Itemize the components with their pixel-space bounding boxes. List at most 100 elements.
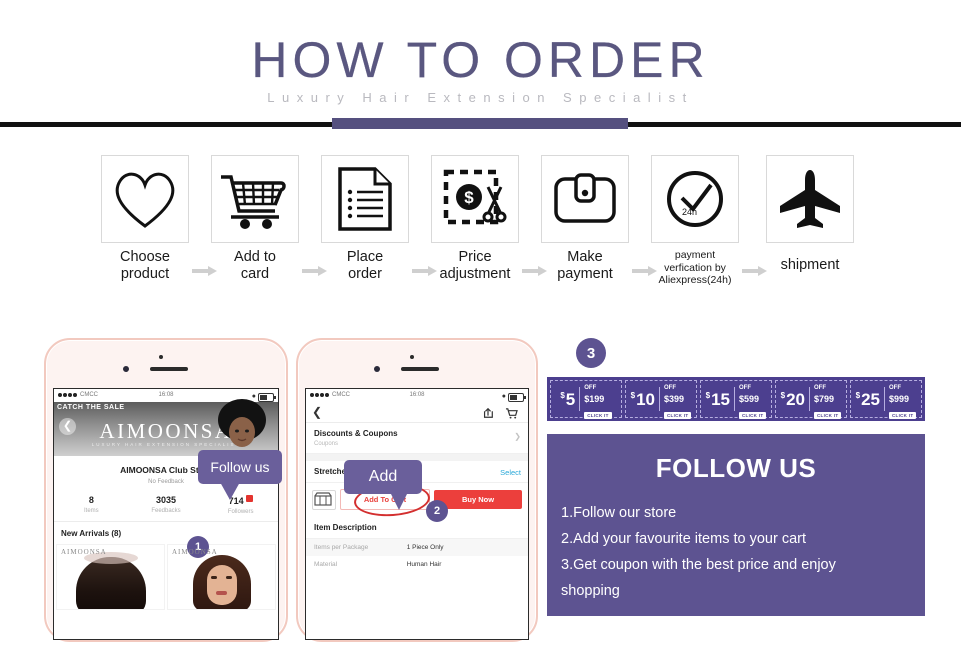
step-label: payment verfication by Aliexpress(24h) — [658, 249, 732, 286]
new-arrivals-heading: New Arrivals (8) — [61, 529, 122, 538]
callout-tail — [220, 482, 240, 500]
watermark-label: AIMOONSA — [172, 548, 218, 556]
shopping-cart-icon — [212, 156, 298, 242]
discounts-coupons-row[interactable]: Discounts & Coupons Coupons ❯ — [306, 423, 528, 454]
sale-tag: CATCH THE SALE — [57, 404, 125, 411]
front-camera-icon — [374, 366, 380, 372]
product-card[interactable]: AIMOONSA — [56, 544, 165, 610]
phone-screen-store: CMCC 16:08 ● CATCH THE SALE ❮ AIMOONSA L… — [53, 388, 279, 640]
coupon-min-spend: $599 — [738, 394, 760, 404]
proximity-sensor-icon — [410, 355, 414, 359]
coupon-item[interactable]: $10 OFF $399 CLICK IT — [625, 380, 697, 419]
product-card[interactable]: AIMOONSA — [167, 544, 276, 610]
store-icon[interactable] — [312, 489, 336, 510]
page-header: HOW TO ORDER Luxury Hair Extension Speci… — [0, 0, 961, 140]
step-icon-box — [541, 155, 629, 243]
stat-value: 8 — [88, 495, 94, 505]
clock-check-icon: 24h — [652, 156, 738, 242]
coupon-item[interactable]: $15 OFF $599 CLICK IT — [700, 380, 772, 419]
step-icon-box — [101, 155, 189, 243]
follow-step: shopping — [561, 583, 620, 599]
model-photo — [208, 398, 272, 458]
step-place-order: Place order — [319, 155, 411, 282]
step-label: Place order — [346, 249, 384, 282]
svg-text:24h: 24h — [682, 207, 697, 217]
coupon-cta[interactable]: CLICK IT — [888, 412, 917, 419]
follow-step: 2.Add your favourite items to your cart — [561, 531, 806, 547]
page-title: HOW TO ORDER — [251, 32, 710, 88]
coupon-value: $5 — [560, 389, 576, 409]
coupon-value: $10 — [630, 389, 655, 409]
stat-value: 3035 — [155, 495, 177, 505]
header-accent-bar — [332, 118, 628, 129]
phone-mockup-store: CMCC 16:08 ● CATCH THE SALE ❮ AIMOONSA L… — [44, 338, 288, 642]
phone-screen-product: CMCC 16:08 ● ❮ Discounts & Coupons Coupo… — [305, 388, 529, 640]
share-icon[interactable] — [482, 406, 494, 424]
step-label: Choose product — [120, 249, 170, 282]
coupon-item[interactable]: $25 OFF $999 CLICK IT — [850, 380, 922, 419]
stat-label: Followers — [227, 509, 254, 515]
description-row: Items per Package 1 Piece Only — [306, 539, 528, 556]
step-icon-box — [211, 155, 299, 243]
earpiece-speaker — [150, 367, 188, 371]
follow-us-panel: FOLLOW US 1.Follow our store 2.Add your … — [547, 434, 925, 616]
status-bar: CMCC 16:08 ● — [306, 389, 528, 402]
coupon-divider — [733, 387, 735, 411]
proximity-sensor-icon — [159, 355, 163, 359]
follow-step: 3.Get coupon with the best price and enj… — [561, 557, 836, 573]
coupon-cta[interactable]: CLICK IT — [738, 412, 767, 419]
model-portrait-photo — [192, 555, 251, 609]
product-nav-bar: ❮ — [306, 402, 528, 423]
wifi-icon: ● — [501, 393, 506, 400]
coupon-cta[interactable]: CLICK IT — [663, 412, 692, 419]
stat-value: 714 — [203, 495, 278, 506]
price-cut-icon: $ — [432, 156, 518, 242]
coupon-min-spend: $399 — [663, 394, 685, 404]
airplane-icon — [767, 156, 853, 242]
description-row: Material Human Hair — [306, 556, 528, 573]
coupon-value: $25 — [855, 389, 880, 409]
coupon-cta[interactable]: CLICK IT — [584, 412, 612, 419]
stat-label: Items — [84, 508, 99, 514]
coupon-cta[interactable]: CLICK IT — [813, 412, 842, 419]
heart-icon — [102, 156, 188, 242]
step-label: Price adjustment — [439, 249, 511, 282]
new-badge-icon — [245, 495, 253, 502]
coupon-off-label: OFF — [584, 385, 597, 391]
store-banner: CATCH THE SALE ❮ AIMOONSA LUXURY HAIR EX… — [54, 399, 278, 456]
step-label: Add to card — [234, 249, 276, 282]
coupon-off-label: OFF — [663, 385, 676, 391]
step-icon-box — [321, 155, 409, 243]
back-button[interactable]: ❮ — [312, 405, 322, 419]
step-icon-box — [766, 155, 854, 243]
document-icon — [322, 156, 408, 242]
coupon-divider — [579, 387, 581, 411]
coupon-item[interactable]: $20 OFF $799 CLICK IT — [775, 380, 847, 419]
step-choose-product: Choose product — [99, 155, 191, 282]
coupon-off-label: OFF — [888, 385, 901, 391]
stat-followers: 714 Followers — [203, 495, 278, 515]
coupon-value: $15 — [705, 389, 730, 409]
step-add-to-cart: Add to card — [209, 155, 301, 282]
step-shipment: shipment — [764, 155, 856, 274]
coupon-off-label: OFF — [738, 385, 751, 391]
description-value: Human Hair — [406, 561, 442, 568]
wallet-icon — [542, 156, 628, 242]
coupon-min-spend: $799 — [813, 394, 835, 404]
page-subtitle: Luxury Hair Extension Specialist — [267, 90, 694, 105]
step-icon-box: 24h — [651, 155, 739, 243]
step-icon-box: $ — [431, 155, 519, 243]
coupon-item[interactable]: $5 OFF $199 CLICK IT — [550, 380, 622, 419]
follow-us-steps: 1.Follow our store 2.Add your favourite … — [547, 484, 925, 604]
select-link[interactable]: Select — [500, 468, 521, 477]
stat-items: 8 Items — [54, 495, 129, 515]
description-value: 1 Piece Only — [406, 544, 444, 551]
store-stats: 8 Items 3035 Feedbacks 714 Followers — [54, 485, 278, 522]
row-subtitle: Coupons — [314, 441, 339, 447]
order-steps: Choose product Add to card Place order $… — [0, 155, 961, 300]
stat-feedbacks: 3035 Feedbacks — [129, 495, 204, 515]
cart-icon[interactable] — [505, 406, 518, 424]
step-badge-3: 3 — [576, 338, 606, 368]
watermark-label: AIMOONSA — [61, 548, 107, 556]
step-price-adjustment: $ Price adjustment — [429, 155, 521, 282]
